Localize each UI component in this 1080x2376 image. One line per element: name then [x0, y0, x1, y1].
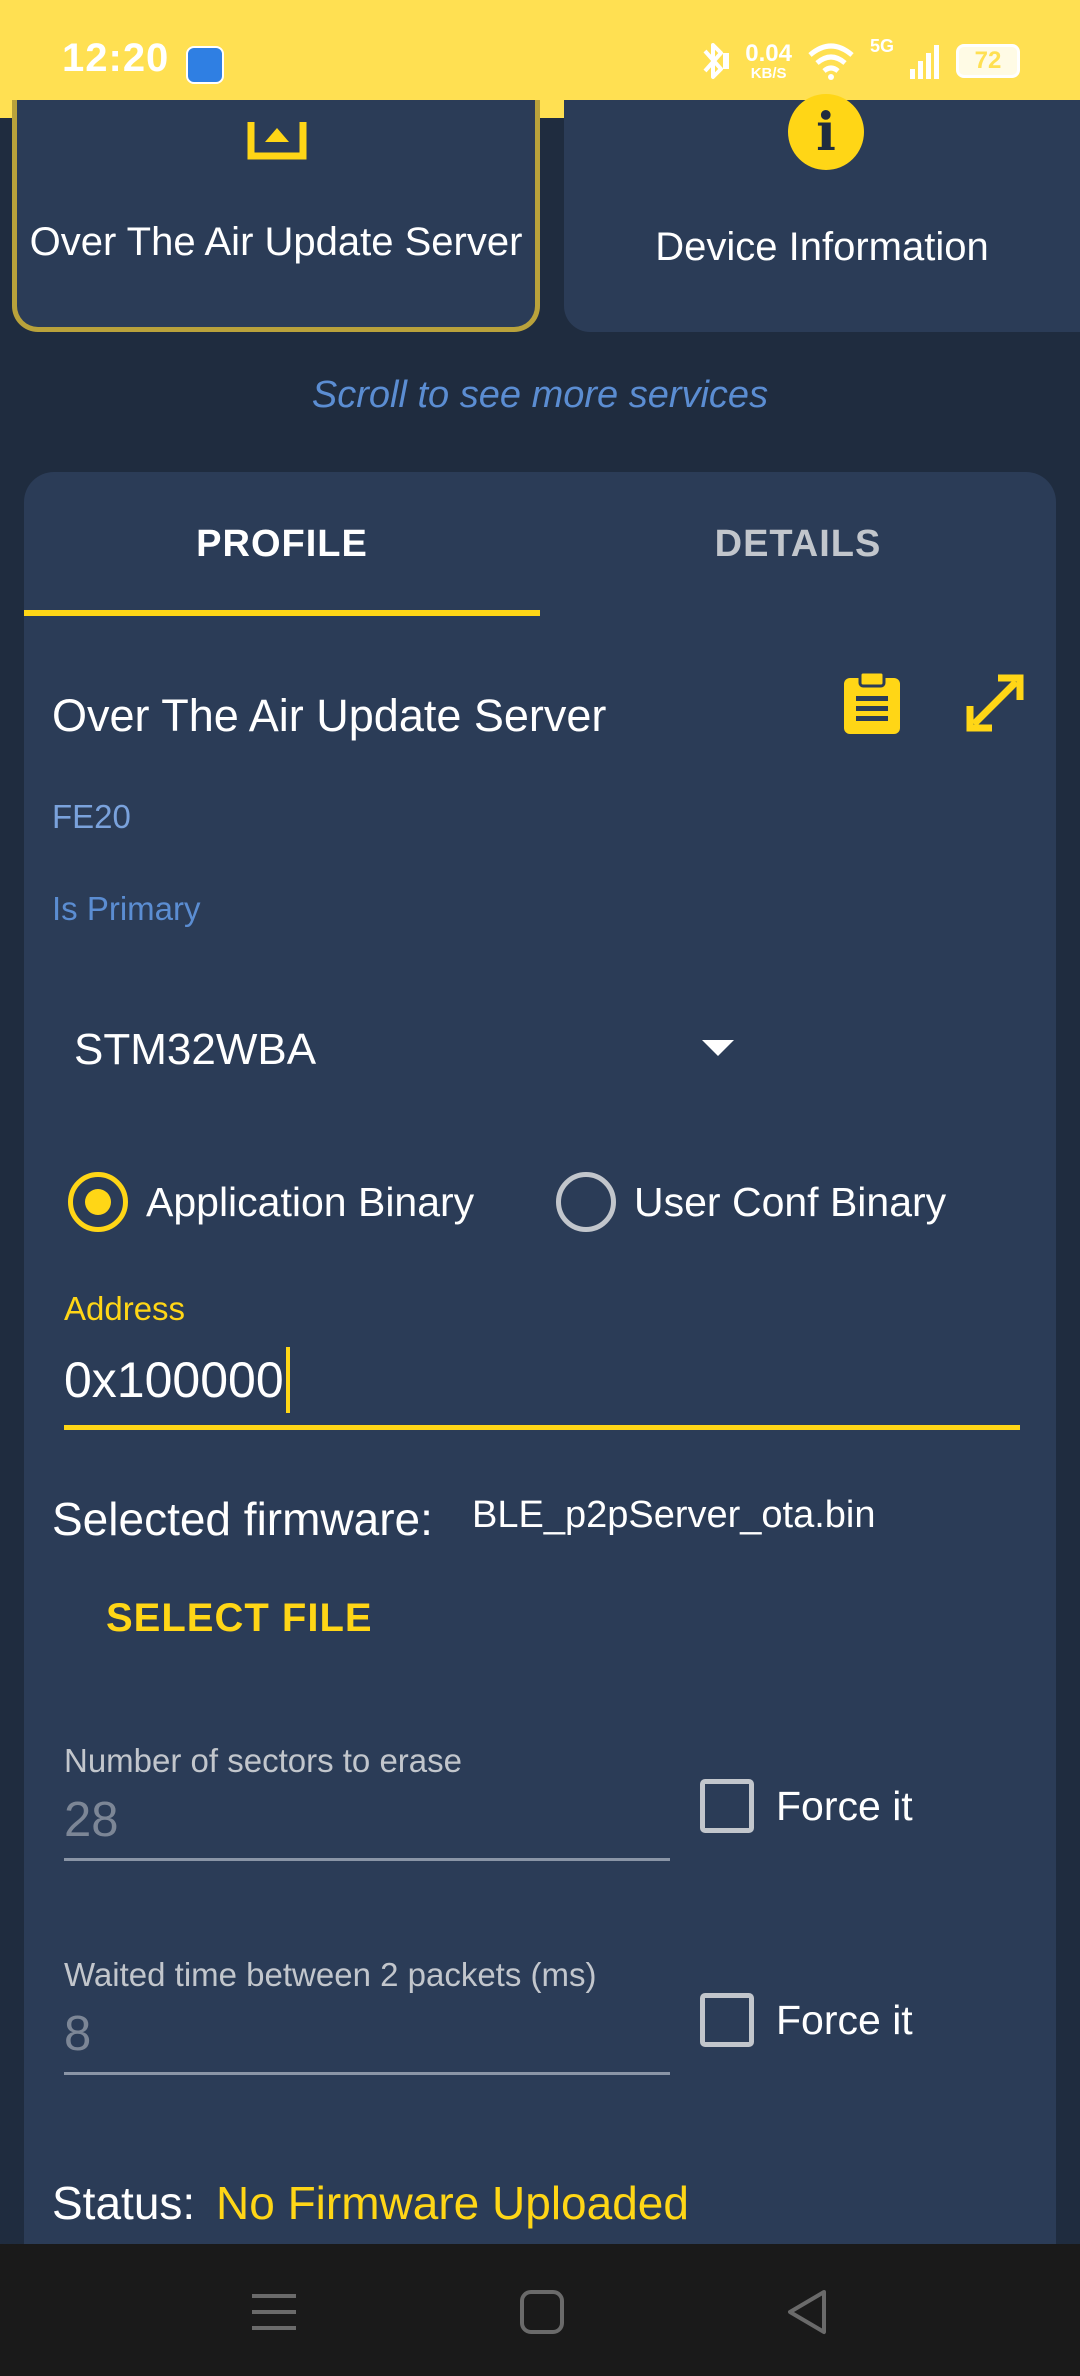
- device-type-dropdown[interactable]: STM32WBA: [74, 1010, 734, 1090]
- selected-firmware-name: BLE_p2pServer_ota.bin: [472, 1494, 876, 1536]
- signal-icon: [910, 45, 939, 79]
- bluetooth-icon: [703, 43, 730, 79]
- active-tab-indicator: [24, 610, 540, 616]
- address-input[interactable]: 0x100000: [64, 1334, 1020, 1430]
- service-card-ota[interactable]: Over The Air Update Server: [12, 100, 540, 332]
- recent-apps-icon[interactable]: [246, 2284, 302, 2340]
- sectors-field[interactable]: Number of sectors to erase 28: [64, 1742, 670, 1861]
- wait-time-label: Waited time between 2 packets (ms): [64, 1956, 597, 1993]
- battery-indicator: 72: [956, 44, 1020, 78]
- network-type: 5G: [869, 36, 894, 56]
- service-panel: PROFILE DETAILS Over The Air Update Serv…: [24, 472, 1056, 2272]
- force-sectors-checkbox[interactable]: Force it: [700, 1776, 913, 1836]
- address-value: 0x100000: [64, 1351, 284, 1408]
- text-cursor: [285, 1346, 290, 1413]
- network-speed: 0.04 KB/S: [745, 39, 792, 82]
- clipboard-icon[interactable]: [842, 670, 902, 736]
- radio-button[interactable]: [556, 1172, 616, 1232]
- clock: 12:20: [62, 36, 170, 80]
- status-label: Status:: [52, 2177, 196, 2229]
- sectors-input[interactable]: 28: [64, 1792, 670, 1861]
- radio-button-selected[interactable]: [68, 1172, 128, 1232]
- dropdown-arrow-icon: [702, 1040, 734, 1056]
- radio-application-binary[interactable]: Application Binary: [68, 1162, 474, 1242]
- expand-icon[interactable]: [964, 672, 1026, 734]
- address-label: Address: [64, 1290, 186, 1327]
- upload-tray-icon: [247, 122, 307, 160]
- wifi-icon: [808, 43, 854, 80]
- service-title: Over The Air Update Server: [52, 690, 607, 741]
- wait-time-input[interactable]: 8: [64, 2006, 670, 2075]
- status-value: No Firmware Uploaded: [216, 2177, 689, 2229]
- is-primary-label: Is Primary: [52, 890, 201, 927]
- select-file-button[interactable]: SELECT FILE: [106, 1596, 373, 1641]
- tab-details[interactable]: DETAILS: [540, 472, 1056, 616]
- radio-label: User Conf Binary: [634, 1178, 947, 1225]
- force-wait-time-checkbox[interactable]: Force it: [700, 1990, 913, 2050]
- tab-bar: PROFILE DETAILS: [24, 472, 1056, 616]
- sectors-label: Number of sectors to erase: [64, 1742, 462, 1779]
- home-icon[interactable]: [514, 2284, 570, 2340]
- radio-user-conf-binary[interactable]: User Conf Binary: [556, 1162, 946, 1242]
- status-indicators: 0.04 KB/S 5G 72: [697, 36, 1020, 86]
- selected-firmware-label: Selected firmware:: [52, 1493, 433, 1545]
- checkbox[interactable]: [700, 1779, 754, 1833]
- system-nav-bar: [0, 2244, 1080, 2376]
- checkbox[interactable]: [700, 1993, 754, 2047]
- tab-profile[interactable]: PROFILE: [24, 472, 540, 616]
- scroll-hint: Scroll to see more services: [311, 374, 769, 416]
- device-type-value: STM32WBA: [74, 1025, 317, 1074]
- checkbox-label: Force it: [776, 1996, 913, 2043]
- back-icon[interactable]: [780, 2284, 836, 2340]
- info-icon: i: [788, 94, 864, 170]
- checkbox-label: Force it: [776, 1782, 913, 1829]
- service-card-label: Over The Air Update Server: [29, 220, 523, 264]
- app-notification-icon: [186, 46, 224, 84]
- radio-label: Application Binary: [146, 1178, 475, 1225]
- wait-time-field[interactable]: Waited time between 2 packets (ms) 8: [64, 1956, 670, 2075]
- service-uuid: FE20: [52, 798, 131, 835]
- service-card-label: Device Information: [655, 225, 989, 269]
- service-card-device-information[interactable]: i Device Information: [564, 94, 1080, 332]
